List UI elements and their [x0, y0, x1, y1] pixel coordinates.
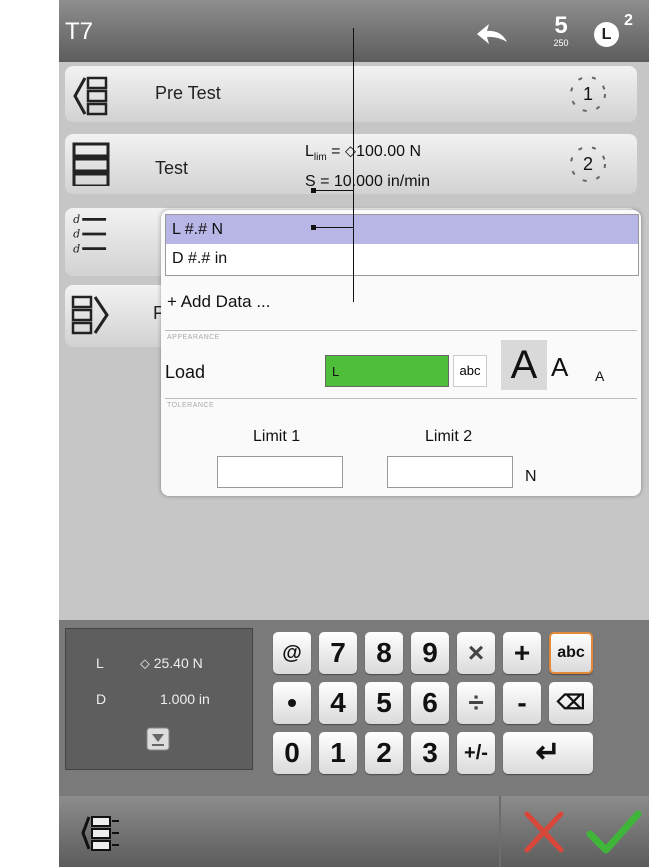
footer-divider	[499, 796, 501, 867]
step-number-1: 1	[565, 74, 611, 114]
live-readout: L ⬦ 25.40 N D 1.000 in	[65, 628, 253, 770]
font-size-small-button[interactable]: A	[595, 368, 604, 384]
tare-icon[interactable]	[146, 727, 170, 751]
step-number-text: 1	[582, 84, 593, 104]
confirm-icon[interactable]	[584, 806, 644, 858]
key-enter[interactable]: ↵	[503, 732, 593, 774]
posttest-icon	[71, 295, 109, 335]
readout-disp-label: D	[96, 691, 107, 707]
add-data-button[interactable]: + Add Data ...	[167, 292, 271, 312]
param-limit-value: = ⬦100.00 N	[326, 143, 422, 160]
svg-text:d: d	[73, 242, 80, 255]
test-icon	[72, 142, 110, 186]
limit2-label: Limit 2	[425, 428, 473, 445]
key-backspace[interactable]: ⌫	[549, 682, 593, 724]
appearance-section-label: APPEARANCE	[167, 334, 220, 341]
pretest-icon	[73, 76, 108, 116]
title-bar: T7 5 250 L 2	[59, 0, 649, 62]
steps-sub: 250	[553, 38, 569, 48]
key-abc[interactable]: abc	[549, 632, 593, 674]
param-limit: Llim = ⬦100.00 N	[305, 140, 430, 170]
font-size-medium-button[interactable]: A	[551, 352, 568, 383]
key-2[interactable]: 2	[365, 732, 403, 774]
device-screen: T7 5 250 L 2 Pre Test 1 Test Llim = ⬦100…	[59, 0, 649, 867]
key-9[interactable]: 9	[411, 632, 449, 674]
callout-line	[313, 190, 353, 191]
method-overview-icon[interactable]	[79, 811, 123, 855]
data-item-load[interactable]: L #.# N	[166, 215, 638, 244]
param-limit-sub: lim	[313, 152, 327, 164]
readout-load-value: ⬦ 25.40 N	[140, 655, 203, 671]
steps-indicator[interactable]: 5 250	[551, 12, 571, 49]
row-label-test: Test	[155, 158, 189, 178]
steps-count: 5	[554, 12, 568, 39]
key-plus-minus[interactable]: +/-	[457, 732, 495, 774]
keyboard-abc-button[interactable]: abc	[453, 355, 487, 387]
method-row-pretest[interactable]: Pre Test 1	[65, 66, 637, 122]
key-1[interactable]: 1	[319, 732, 357, 774]
param-limit-prefix: L	[305, 143, 314, 160]
row-label-pretest: Pre Test	[155, 83, 221, 103]
key-multiply[interactable]: ×	[457, 632, 495, 674]
divider	[165, 330, 637, 331]
limit2-input[interactable]	[387, 456, 513, 488]
footer-bar	[59, 796, 649, 867]
data-item-displacement[interactable]: D #.# in	[166, 244, 638, 273]
font-size-large-button[interactable]: A	[501, 340, 547, 390]
data-list-icon: d d d	[73, 213, 107, 255]
key-3[interactable]: 3	[411, 732, 449, 774]
callout-dot	[311, 225, 316, 230]
key-at[interactable]: @	[273, 632, 311, 674]
divider	[165, 398, 637, 399]
callout-line	[353, 28, 354, 302]
step-number-text: 2	[582, 154, 593, 174]
level-badge[interactable]: L	[594, 22, 619, 47]
limit1-label: Limit 1	[253, 428, 301, 445]
data-popup: L #.# N D #.# in + Add Data ... APPEARAN…	[161, 210, 641, 496]
key-minus[interactable]: -	[503, 682, 541, 724]
key-plus[interactable]: +	[503, 632, 541, 674]
svg-text:d: d	[73, 213, 80, 226]
key-4[interactable]: 4	[319, 682, 357, 724]
key-decimal[interactable]: •	[273, 682, 311, 724]
level-badge-sup: 2	[624, 12, 633, 29]
svg-text:d: d	[73, 228, 80, 241]
step-number-2: 2	[565, 144, 611, 184]
cancel-icon[interactable]	[519, 806, 569, 856]
data-list: L #.# N D #.# in	[165, 214, 639, 276]
key-0[interactable]: 0	[273, 732, 311, 774]
key-7[interactable]: 7	[319, 632, 357, 674]
undo-icon[interactable]	[469, 18, 513, 48]
key-6[interactable]: 6	[411, 682, 449, 724]
keypad-panel: L ⬦ 25.40 N D 1.000 in @ 7 8 9 × + abc •…	[59, 620, 649, 796]
method-row-test[interactable]: Test Llim = ⬦100.00 N S = 10.000 in/min …	[65, 134, 637, 194]
readout-disp-value: 1.000 in	[160, 691, 210, 707]
key-divide[interactable]: ÷	[457, 682, 495, 724]
callout-dot	[311, 188, 316, 193]
limit-unit: N	[525, 468, 537, 485]
callout-line	[313, 227, 353, 228]
load-label: Load	[165, 362, 206, 382]
key-5[interactable]: 5	[365, 682, 403, 724]
key-8[interactable]: 8	[365, 632, 403, 674]
test-params: Llim = ⬦100.00 N S = 10.000 in/min	[305, 140, 430, 194]
tolerance-section-label: TOLERANCE	[167, 402, 215, 409]
page-title: T7	[65, 18, 94, 45]
readout-load-label: L	[96, 655, 104, 671]
load-name-field[interactable]: L	[325, 355, 449, 387]
limit1-input[interactable]	[217, 456, 343, 488]
